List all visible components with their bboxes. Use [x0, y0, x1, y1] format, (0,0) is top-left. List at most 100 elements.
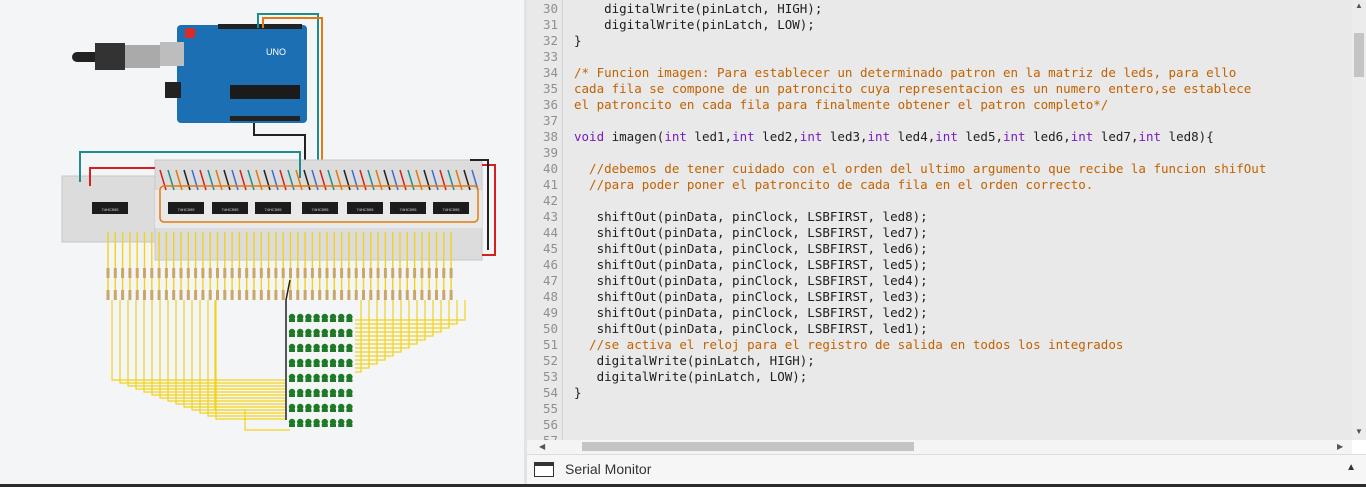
code-text[interactable]: digitalWrite(pinLatch, LOW);: [574, 17, 815, 33]
code-line[interactable]: 32}: [527, 33, 1352, 49]
code-text[interactable]: //se activa el reloj para el registro de…: [574, 337, 1123, 353]
resistor: [362, 268, 365, 278]
resistor: [245, 268, 249, 278]
wire-yellow-routing: [135, 300, 285, 390]
resistor: [281, 290, 285, 300]
resistor: [289, 268, 292, 278]
serial-monitor-label[interactable]: Serial Monitor: [565, 461, 651, 477]
code-line[interactable]: 49 shiftOut(pinData, pinClock, LSBFIRST,…: [527, 305, 1352, 321]
code-line[interactable]: 45 shiftOut(pinData, pinClock, LSBFIRST,…: [527, 241, 1352, 257]
code-text[interactable]: shiftOut(pinData, pinClock, LSBFIRST, le…: [574, 305, 928, 321]
scroll-left-arrow-icon[interactable]: ◀: [539, 443, 545, 451]
code-text[interactable]: //para poder poner el patroncito de cada…: [574, 177, 1093, 193]
code-line[interactable]: 33: [527, 49, 1352, 65]
chip-label: 74HC595: [102, 207, 120, 212]
resistor: [383, 268, 387, 278]
code-text[interactable]: digitalWrite(pinLatch, HIGH);: [574, 1, 822, 17]
code-text[interactable]: shiftOut(pinData, pinClock, LSBFIRST, le…: [574, 257, 928, 273]
wire-yellow-routing: [183, 300, 285, 408]
code-line[interactable]: 52 digitalWrite(pinLatch, HIGH);: [527, 353, 1352, 369]
code-text[interactable]: shiftOut(pinData, pinClock, LSBFIRST, le…: [574, 209, 928, 225]
resistor: [383, 290, 387, 300]
code-text[interactable]: shiftOut(pinData, pinClock, LSBFIRST, le…: [574, 241, 928, 257]
code-text[interactable]: shiftOut(pinData, pinClock, LSBFIRST, le…: [574, 273, 928, 289]
code-text[interactable]: }: [574, 385, 582, 401]
code-line[interactable]: 48 shiftOut(pinData, pinClock, LSBFIRST,…: [527, 289, 1352, 305]
code-line[interactable]: 54}: [527, 385, 1352, 401]
code-line[interactable]: 50 shiftOut(pinData, pinClock, LSBFIRST,…: [527, 321, 1352, 337]
led-base: [305, 424, 312, 427]
code-line[interactable]: 38 void imagen(int led1,int led2,int led3…: [527, 129, 1352, 145]
code-line[interactable]: 44 shiftOut(pinData, pinClock, LSBFIRST,…: [527, 225, 1352, 241]
code-line[interactable]: 55: [527, 401, 1352, 417]
code-line[interactable]: 34 /* Funcion imagen: Para establecer un …: [527, 65, 1352, 81]
scroll-right-arrow-icon[interactable]: ▶: [1337, 443, 1343, 451]
code-text[interactable]: cada fila se compone de un patroncito cu…: [574, 81, 1251, 97]
code-text[interactable]: shiftOut(pinData, pinClock, LSBFIRST, le…: [574, 289, 928, 305]
power-jack: [165, 82, 181, 98]
code-line[interactable]: 41 //para poder poner el patroncito de c…: [527, 177, 1352, 193]
code-line[interactable]: 40 //debemos de tener cuidado con el ord…: [527, 161, 1352, 177]
resistor: [420, 290, 424, 300]
code-line[interactable]: 46 shiftOut(pinData, pinClock, LSBFIRST,…: [527, 257, 1352, 273]
code-line[interactable]: 56: [527, 417, 1352, 433]
circuit-schematic[interactable]: UNO 74HC595 74HC595 74HC595 74HC595 74HC595 74…: [0, 0, 524, 487]
code-line[interactable]: 57: [527, 433, 1352, 440]
led-base: [346, 349, 353, 352]
code-line[interactable]: 36 el patroncito en cada fila para finalm…: [527, 97, 1352, 113]
led-base: [321, 409, 328, 412]
horizontal-scrollbar[interactable]: ◀ ▶: [527, 440, 1352, 454]
resistor: [106, 290, 110, 300]
code-editor[interactable]: 30 digitalWrite(pinLatch, HIGH); 31 digit…: [527, 0, 1352, 440]
led-base: [305, 319, 312, 322]
code-line[interactable]: 31 digitalWrite(pinLatch, LOW);: [527, 17, 1352, 33]
scroll-up-arrow-icon[interactable]: ▲: [1355, 2, 1363, 10]
code-line[interactable]: 39: [527, 145, 1352, 161]
led-base: [297, 424, 304, 427]
code-line[interactable]: 35 cada fila se compone de un patroncito …: [527, 81, 1352, 97]
vertical-scrollbar[interactable]: ▲ ▼: [1352, 0, 1366, 440]
circuit-canvas[interactable]: UNO 74HC595 74HC595 74HC595 74HC595 74HC595 74…: [0, 0, 524, 487]
resistor: [143, 290, 146, 300]
led-base: [330, 394, 336, 397]
code-text[interactable]: //debemos de tener cuidado con el orden …: [574, 161, 1266, 177]
line-number: 41: [542, 177, 558, 192]
resistor: [186, 290, 190, 300]
line-number: 36: [542, 97, 558, 112]
caret-up-icon[interactable]: ▲: [1346, 462, 1356, 473]
resistor: [289, 290, 292, 300]
resistor: [391, 290, 395, 300]
resistor: [208, 268, 212, 278]
code-text[interactable]: }: [574, 33, 582, 49]
code-line[interactable]: 43 shiftOut(pinData, pinClock, LSBFIRST,…: [527, 209, 1352, 225]
scroll-down-arrow-icon[interactable]: ▼: [1355, 428, 1363, 436]
led-base: [330, 334, 336, 337]
code-text[interactable]: el patroncito en cada fila para finalmen…: [574, 97, 1108, 113]
led-base: [338, 424, 345, 427]
code-text[interactable]: shiftOut(pinData, pinClock, LSBFIRST, le…: [574, 225, 928, 241]
resistor: [208, 290, 212, 300]
wire-yellow-routing: [355, 300, 370, 369]
code-line[interactable]: 37: [527, 113, 1352, 129]
resistor: [274, 290, 278, 300]
code-line[interactable]: 51 //se activa el reloj para el registro…: [527, 337, 1352, 353]
chip-label: 74HC595: [312, 207, 330, 212]
code-line[interactable]: 42: [527, 193, 1352, 209]
resistor: [237, 268, 241, 278]
vertical-scroll-thumb[interactable]: [1354, 33, 1364, 77]
resistor: [113, 268, 117, 278]
code-text[interactable]: digitalWrite(pinLatch, HIGH);: [574, 353, 815, 369]
horizontal-scroll-thumb[interactable]: [582, 442, 914, 451]
led-base: [346, 334, 353, 337]
resistor: [179, 290, 183, 300]
code-text[interactable]: shiftOut(pinData, pinClock, LSBFIRST, le…: [574, 321, 928, 337]
code-line[interactable]: 47 shiftOut(pinData, pinClock, LSBFIRST,…: [527, 273, 1352, 289]
code-line[interactable]: 53 digitalWrite(pinLatch, LOW);: [527, 369, 1352, 385]
serial-monitor-bar[interactable]: Serial Monitor ▲: [527, 454, 1366, 485]
line-number: 39: [542, 145, 558, 160]
code-text[interactable]: /* Funcion imagen: Para establecer un de…: [574, 65, 1236, 81]
code-line[interactable]: 30 digitalWrite(pinLatch, HIGH);: [527, 1, 1352, 17]
code-text[interactable]: digitalWrite(pinLatch, LOW);: [574, 369, 808, 385]
resistor: [113, 290, 117, 300]
code-text[interactable]: void imagen(int led1,int led2,int led3,i…: [574, 129, 1214, 145]
